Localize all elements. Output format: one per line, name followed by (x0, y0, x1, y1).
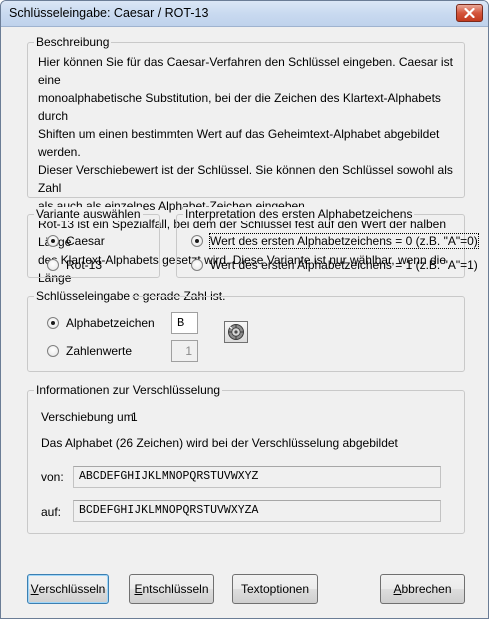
decrypt-button-mnemonic: E (134, 582, 143, 596)
radio-button[interactable] (47, 317, 59, 329)
description-line: Hier können Sie für das Caesar-Verfahren… (38, 55, 453, 87)
description-line: Shiften um einen bestimmten Wert auf das… (38, 127, 440, 159)
radio-button[interactable] (47, 235, 59, 247)
from-alphabet-field: ABCDEFGHIJKLMNOPQRSTUVWXYZ (73, 466, 441, 488)
shift-value: 1 (131, 410, 138, 424)
radio-first-char-one-label: Wert des ersten Alphabetzeichens = 1 (z.… (210, 258, 478, 272)
radio-button[interactable] (191, 259, 203, 271)
encrypt-button[interactable]: Verschlüsseln (27, 574, 109, 604)
to-label: auf: (41, 505, 62, 519)
to-alphabet-field: BCDEFGHIJKLMNOPQRSTUVWXYZA (73, 500, 441, 522)
description-line: Dieser Verschiebewert ist der Schlüssel.… (38, 163, 453, 195)
key-input-group-label: Schlüsseleingabe (34, 289, 133, 303)
interpretation-group-label: Interpretation des ersten Alphabetzeiche… (183, 207, 415, 221)
cancel-button-mnemonic: A (393, 582, 402, 596)
shift-label: Verschiebung um (41, 410, 134, 424)
number-value-input[interactable]: 1 (171, 340, 198, 362)
window-title: Schlüsseleingabe: Caesar / ROT-13 (9, 6, 209, 20)
radio-alphabet-char-label: Alphabetzeichen (66, 316, 155, 330)
cancel-button-label: bbrechen (401, 582, 452, 596)
radio-caesar[interactable]: Caesar (47, 234, 105, 248)
alphabet-note: Das Alphabet (26 Zeichen) wird bei der V… (41, 436, 398, 450)
radio-first-char-one[interactable]: Wert des ersten Alphabetzeichens = 1 (z.… (191, 258, 478, 272)
description-line: monoalphabetische Substitution, bei der … (38, 91, 441, 123)
encrypt-button-mnemonic: V (30, 582, 39, 596)
radio-first-char-zero[interactable]: Wert des ersten Alphabetzeichens = 0 (z.… (191, 233, 479, 249)
encrypt-button-label: erschlüsseln (38, 582, 106, 596)
close-button[interactable] (456, 4, 483, 22)
radio-number-values[interactable]: Zahlenwerte (47, 344, 132, 358)
description-group-label: Beschreibung (34, 35, 112, 49)
radio-caesar-label: Caesar (66, 234, 105, 248)
decrypt-button[interactable]: Entschlüsseln (129, 574, 214, 604)
dialog-window: Schlüsseleingabe: Caesar / ROT-13 Beschr… (0, 0, 489, 619)
title-bar: Schlüsseleingabe: Caesar / ROT-13 (1, 1, 488, 27)
radio-rot13[interactable]: Rot-13 (47, 258, 102, 272)
from-label: von: (41, 470, 64, 484)
wheel-icon (228, 324, 244, 340)
radio-button[interactable] (47, 345, 59, 357)
decrypt-button-label: ntschlüsseln (142, 582, 209, 596)
text-options-button-label: Textoptionen (240, 582, 310, 596)
radio-number-values-label: Zahlenwerte (66, 344, 133, 358)
close-icon (464, 8, 475, 18)
radio-button[interactable] (191, 235, 203, 247)
info-group-label: Informationen zur Verschlüsselung (34, 383, 223, 397)
text-options-button[interactable]: Textoptionen (232, 574, 318, 604)
radio-first-char-zero-label: Wert des ersten Alphabetzeichens = 0 (z.… (209, 233, 479, 249)
cancel-button[interactable]: Abbrechen (380, 574, 465, 604)
key-tool-button[interactable] (224, 321, 248, 343)
radio-rot13-label: Rot-13 (66, 258, 103, 272)
variant-group-label: Variante auswählen (34, 207, 143, 221)
radio-button[interactable] (47, 259, 59, 271)
radio-alphabet-char[interactable]: Alphabetzeichen (47, 316, 155, 330)
alphabet-char-input[interactable]: B (171, 312, 198, 334)
description-group: Beschreibung Hier können Sie für das Cae… (27, 35, 465, 303)
